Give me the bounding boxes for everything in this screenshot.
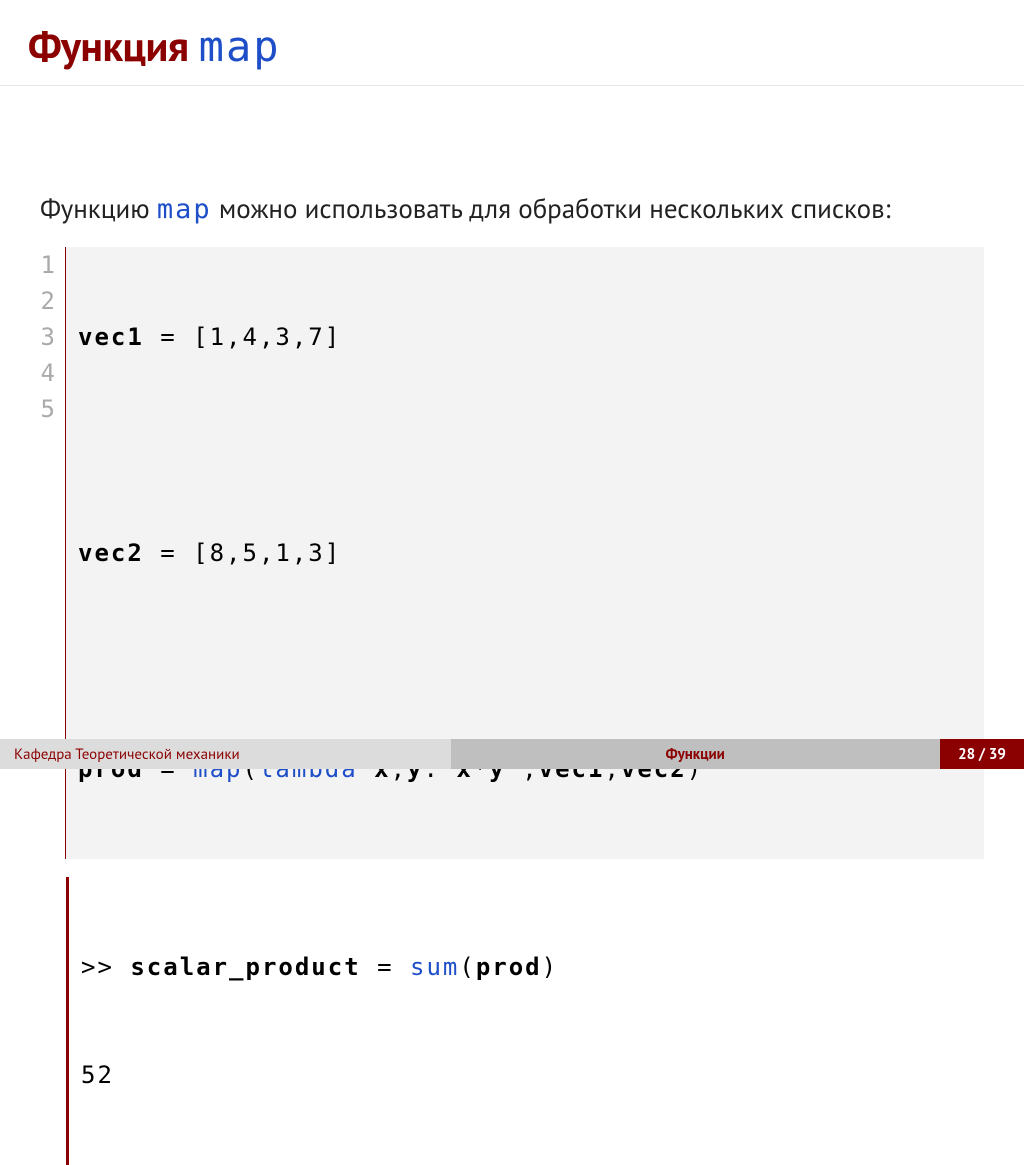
intro-post: можно использовать для обработки несколь…: [212, 192, 891, 226]
output-block: >> scalar_product = sum(prod) 52: [40, 877, 984, 1165]
code-line: vec2 = [8,5,1,3]: [78, 535, 984, 571]
tok: prod: [476, 953, 542, 981]
tok: vec2: [78, 539, 144, 567]
title-code: map: [199, 22, 281, 71]
code-line: vec1 = [1,4,3,7]: [78, 319, 984, 355]
line-number: 1: [40, 247, 57, 283]
tok: ): [542, 953, 558, 981]
slide-title: Функция map: [28, 18, 996, 73]
intro-text: Функцию map можно использовать для обраб…: [40, 191, 984, 229]
footer: Кафедра Теоретической механики Функции 2…: [0, 739, 1024, 769]
tok: =: [361, 953, 410, 981]
title-bar: Функция map: [0, 0, 1024, 86]
slide-body: Функцию map можно использовать для обраб…: [0, 86, 1024, 1165]
tok: = [1,4,3,7]: [144, 323, 341, 351]
intro-code: map: [157, 194, 212, 225]
output-spacer: [40, 877, 66, 1165]
output-line: 52: [81, 1057, 558, 1093]
line-number: 4: [40, 355, 57, 391]
line-number: 5: [40, 391, 57, 427]
tok: (: [459, 953, 475, 981]
footer-left: Кафедра Теоретической механики: [0, 739, 451, 769]
code-line: [78, 427, 984, 463]
footer-page: 28 / 39: [940, 739, 1024, 769]
tok: vec1: [78, 323, 144, 351]
slide: Функция map Функцию map можно использова…: [0, 0, 1024, 769]
tok: scalar_product: [130, 953, 360, 981]
title-word: Функция: [28, 18, 189, 73]
output-content: >> scalar_product = sum(prod) 52: [69, 877, 558, 1165]
footer-mid: Функции: [451, 739, 940, 769]
output-line: >> scalar_product = sum(prod): [81, 949, 558, 985]
tok: sum: [410, 953, 459, 981]
intro-pre: Функцию: [40, 192, 157, 226]
code-line: [78, 643, 984, 679]
tok: = [8,5,1,3]: [144, 539, 341, 567]
line-number: 3: [40, 319, 57, 355]
tok: >>: [81, 953, 130, 981]
line-number: 2: [40, 283, 57, 319]
